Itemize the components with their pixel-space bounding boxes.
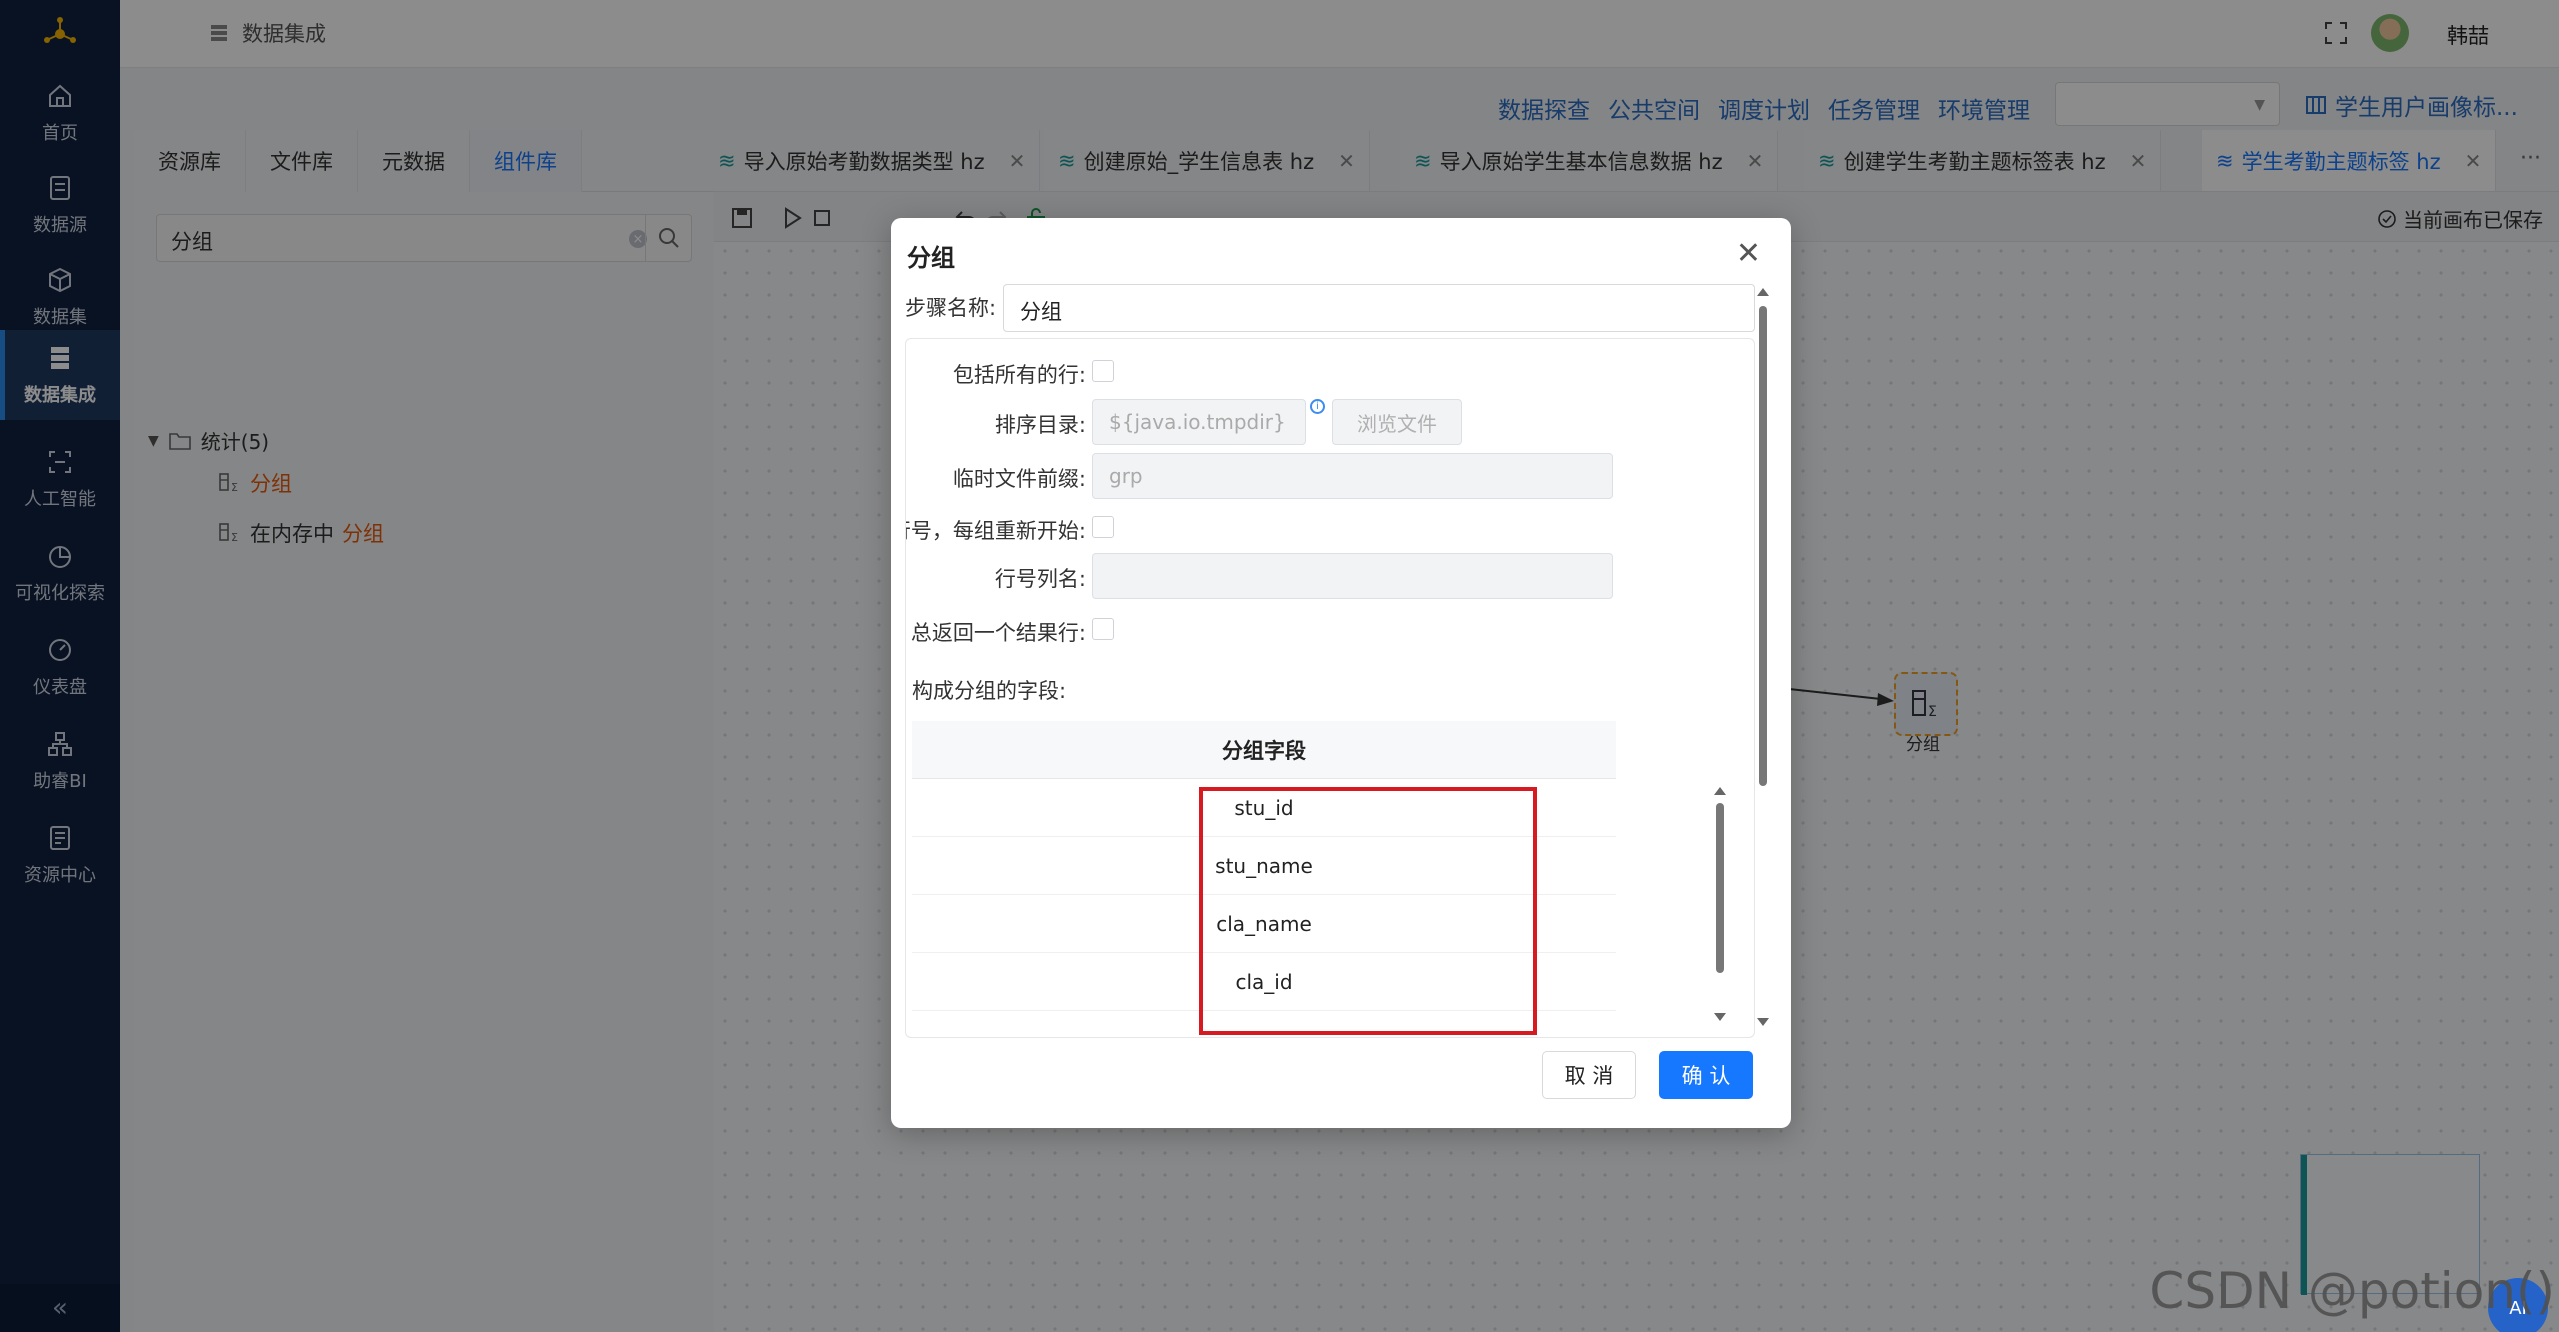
add-line-number-label: 增加行号，每组重新开始: bbox=[906, 519, 1086, 543]
step-name-input[interactable]: 分组 bbox=[1003, 284, 1755, 332]
step-name-label: 步骤名称: bbox=[905, 296, 997, 320]
temp-prefix-label: 临时文件前缀: bbox=[952, 467, 1086, 491]
dialog-scrollbar[interactable] bbox=[1757, 288, 1769, 1028]
scroll-down-icon[interactable] bbox=[1757, 1018, 1769, 1026]
table-header: 分组字段 bbox=[912, 721, 1616, 779]
temp-prefix-input[interactable]: grp bbox=[1092, 453, 1613, 499]
browse-file-button[interactable]: 浏览文件 bbox=[1332, 399, 1462, 445]
line-number-column-input[interactable] bbox=[1092, 553, 1613, 599]
group-fields-label: 构成分组的字段: bbox=[912, 679, 1067, 703]
add-line-number-checkbox[interactable] bbox=[1092, 516, 1114, 538]
info-icon[interactable]: i bbox=[1310, 399, 1325, 414]
highlight-annotation-box bbox=[1199, 787, 1537, 1035]
always-one-row-checkbox[interactable] bbox=[1092, 618, 1114, 640]
line-number-column-label: 行号列名: bbox=[994, 567, 1086, 591]
close-icon[interactable]: ✕ bbox=[1736, 236, 1761, 271]
sort-dir-label: 排序目录: bbox=[994, 413, 1086, 437]
cancel-button[interactable]: 取 消 bbox=[1542, 1051, 1636, 1099]
group-step-dialog: 分组 ✕ 步骤名称: 分组 包括所有的行: 排序目录: ${java.io.tm… bbox=[891, 218, 1791, 1128]
always-one-row-label: 总返回一个结果行: bbox=[910, 621, 1086, 645]
scroll-down-icon[interactable] bbox=[1714, 1013, 1726, 1021]
scroll-up-icon[interactable] bbox=[1757, 288, 1769, 296]
scrollbar-thumb[interactable] bbox=[1759, 306, 1767, 786]
include-all-rows-checkbox[interactable] bbox=[1092, 360, 1114, 382]
include-all-rows-label: 包括所有的行: bbox=[952, 363, 1086, 387]
scroll-up-icon[interactable] bbox=[1714, 787, 1726, 795]
dialog-title: 分组 bbox=[907, 244, 955, 272]
step-name-value: 分组 bbox=[1020, 300, 1062, 324]
table-scrollbar[interactable] bbox=[1714, 787, 1726, 1023]
scrollbar-thumb[interactable] bbox=[1716, 803, 1724, 973]
sort-dir-input[interactable]: ${java.io.tmpdir} bbox=[1092, 399, 1306, 445]
watermark: CSDN @potion() bbox=[2149, 1262, 2555, 1320]
confirm-button[interactable]: 确 认 bbox=[1659, 1051, 1753, 1099]
